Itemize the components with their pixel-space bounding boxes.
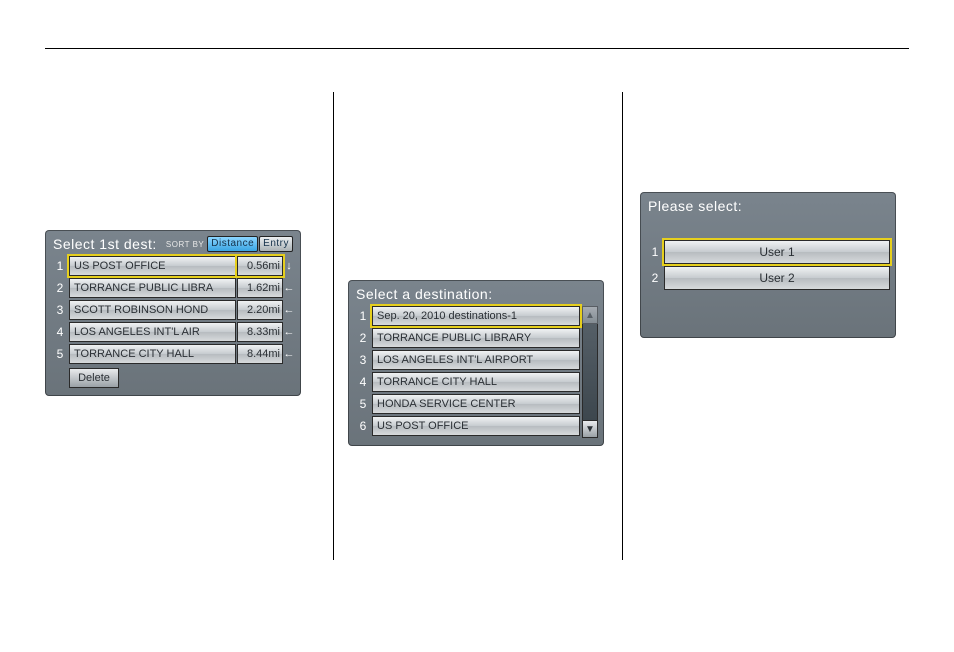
- dest-name[interactable]: TORRANCE PUBLIC LIBRA: [69, 278, 236, 298]
- dest-row[interactable]: 6 US POST OFFICE: [354, 416, 580, 436]
- sort-distance-button[interactable]: Distance: [207, 236, 258, 252]
- dest-row[interactable]: 5 HONDA SERVICE CENTER: [354, 394, 580, 414]
- dest-row[interactable]: 2 TORRANCE PUBLIC LIBRA 1.62mi ←: [51, 278, 295, 298]
- dest-distance: 0.56mi: [237, 256, 283, 276]
- dest-name[interactable]: TORRANCE PUBLIC LIBRARY: [372, 328, 580, 348]
- dest-name[interactable]: US POST OFFICE: [372, 416, 580, 436]
- row-index: 5: [51, 344, 69, 364]
- row-index: 3: [51, 300, 69, 320]
- panel-title: Select a destination:: [356, 286, 493, 302]
- dest-row[interactable]: 4 LOS ANGELES INT'L AIR 8.33mi ←: [51, 322, 295, 342]
- row-index: 6: [354, 416, 372, 436]
- panel-title: Please select:: [648, 198, 742, 214]
- dest-name[interactable]: LOS ANGELES INT'L AIR: [69, 322, 236, 342]
- direction-arrow-icon: ←: [283, 300, 295, 320]
- dest-distance: 8.44mi: [237, 344, 283, 364]
- panel-padding: [646, 292, 890, 330]
- scrollbar[interactable]: ▲ ▼: [582, 306, 598, 438]
- dest-distance: 1.62mi: [237, 278, 283, 298]
- dest-name[interactable]: HONDA SERVICE CENTER: [372, 394, 580, 414]
- dest-row[interactable]: 5 TORRANCE CITY HALL 8.44mi ←: [51, 344, 295, 364]
- panel-title: Select 1st dest:: [53, 236, 157, 252]
- row-index: 2: [646, 266, 664, 290]
- dest-row[interactable]: 1 US POST OFFICE 0.56mi ↓: [51, 256, 295, 276]
- row-index: 1: [51, 256, 69, 276]
- dest-name[interactable]: TORRANCE CITY HALL: [372, 372, 580, 392]
- row-index: 1: [354, 306, 372, 326]
- dest-name[interactable]: US POST OFFICE: [69, 256, 236, 276]
- direction-arrow-icon: ←: [283, 278, 295, 298]
- select-a-destination-panel: Select a destination: 1 Sep. 20, 2010 de…: [348, 280, 604, 446]
- sort-entry-button[interactable]: Entry: [259, 236, 293, 252]
- user-name[interactable]: User 1: [664, 240, 890, 264]
- dest-row[interactable]: 1 Sep. 20, 2010 destinations-1: [354, 306, 580, 326]
- dest-row[interactable]: 3 SCOTT ROBINSON HOND 2.20mi ←: [51, 300, 295, 320]
- destination-list: 1 Sep. 20, 2010 destinations-1 2 TORRANC…: [354, 306, 598, 438]
- column-separator: [622, 92, 623, 560]
- scroll-up-icon[interactable]: ▲: [582, 306, 598, 324]
- row-index: 2: [51, 278, 69, 298]
- user-row[interactable]: 2 User 2: [646, 266, 890, 290]
- dest-name[interactable]: Sep. 20, 2010 destinations-1: [372, 306, 580, 326]
- delete-button[interactable]: Delete: [69, 368, 119, 388]
- column-separator: [333, 92, 334, 560]
- direction-arrow-icon: ←: [283, 344, 295, 364]
- row-index: 2: [354, 328, 372, 348]
- row-index: 5: [354, 394, 372, 414]
- user-row[interactable]: 1 User 1: [646, 240, 890, 264]
- row-index: 4: [51, 322, 69, 342]
- panel-title-row: Select a destination:: [354, 286, 598, 306]
- dest-row[interactable]: 4 TORRANCE CITY HALL: [354, 372, 580, 392]
- user-name[interactable]: User 2: [664, 266, 890, 290]
- row-index: 4: [354, 372, 372, 392]
- dest-name[interactable]: TORRANCE CITY HALL: [69, 344, 236, 364]
- direction-arrow-icon: ←: [283, 322, 295, 342]
- section-divider: [45, 48, 909, 49]
- dest-distance: 8.33mi: [237, 322, 283, 342]
- select-first-dest-panel: Select 1st dest: SORT BY Distance Entry …: [45, 230, 301, 396]
- scroll-track[interactable]: [582, 324, 598, 420]
- please-select-user-panel: Please select: 1 User 1 2 User 2: [640, 192, 896, 338]
- row-index: 1: [646, 240, 664, 264]
- panel-title-row: Please select:: [646, 198, 890, 240]
- row-index: 3: [354, 350, 372, 370]
- direction-arrow-icon: ↓: [283, 256, 295, 276]
- sort-by-label: SORT BY: [166, 240, 204, 249]
- dest-row[interactable]: 3 LOS ANGELES INT'L AIRPORT: [354, 350, 580, 370]
- scroll-down-icon[interactable]: ▼: [582, 420, 598, 438]
- dest-row[interactable]: 2 TORRANCE PUBLIC LIBRARY: [354, 328, 580, 348]
- dest-distance: 2.20mi: [237, 300, 283, 320]
- dest-name[interactable]: SCOTT ROBINSON HOND: [69, 300, 236, 320]
- panel-title-row: Select 1st dest: SORT BY Distance Entry: [51, 236, 295, 256]
- dest-name[interactable]: LOS ANGELES INT'L AIRPORT: [372, 350, 580, 370]
